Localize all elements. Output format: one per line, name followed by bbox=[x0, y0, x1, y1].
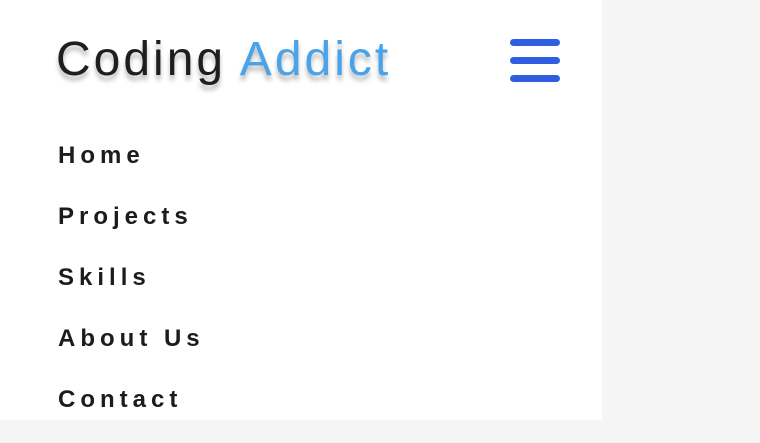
nav-item-about-us[interactable]: About Us bbox=[58, 321, 205, 382]
nav-item-home[interactable]: Home bbox=[58, 138, 205, 199]
nav-item-contact[interactable]: Contact bbox=[58, 382, 205, 443]
site-logo[interactable]: Coding Addict bbox=[56, 32, 391, 88]
hamburger-bar-bottom bbox=[510, 75, 560, 82]
nav-item-projects[interactable]: Projects bbox=[58, 199, 205, 260]
nav-menu: Home Projects Skills About Us Contact bbox=[58, 138, 205, 443]
logo-word-coding: Coding bbox=[56, 33, 227, 86]
nav-item-skills[interactable]: Skills bbox=[58, 260, 205, 321]
hamburger-bar-top bbox=[510, 39, 560, 46]
sidebar-panel: Coding Addict Home Projects Skills About… bbox=[0, 0, 602, 420]
page-content-area bbox=[602, 0, 760, 420]
logo-word-addict: Addict bbox=[239, 33, 392, 86]
hamburger-bar-middle bbox=[510, 57, 560, 64]
hamburger-menu-icon[interactable] bbox=[508, 37, 562, 85]
